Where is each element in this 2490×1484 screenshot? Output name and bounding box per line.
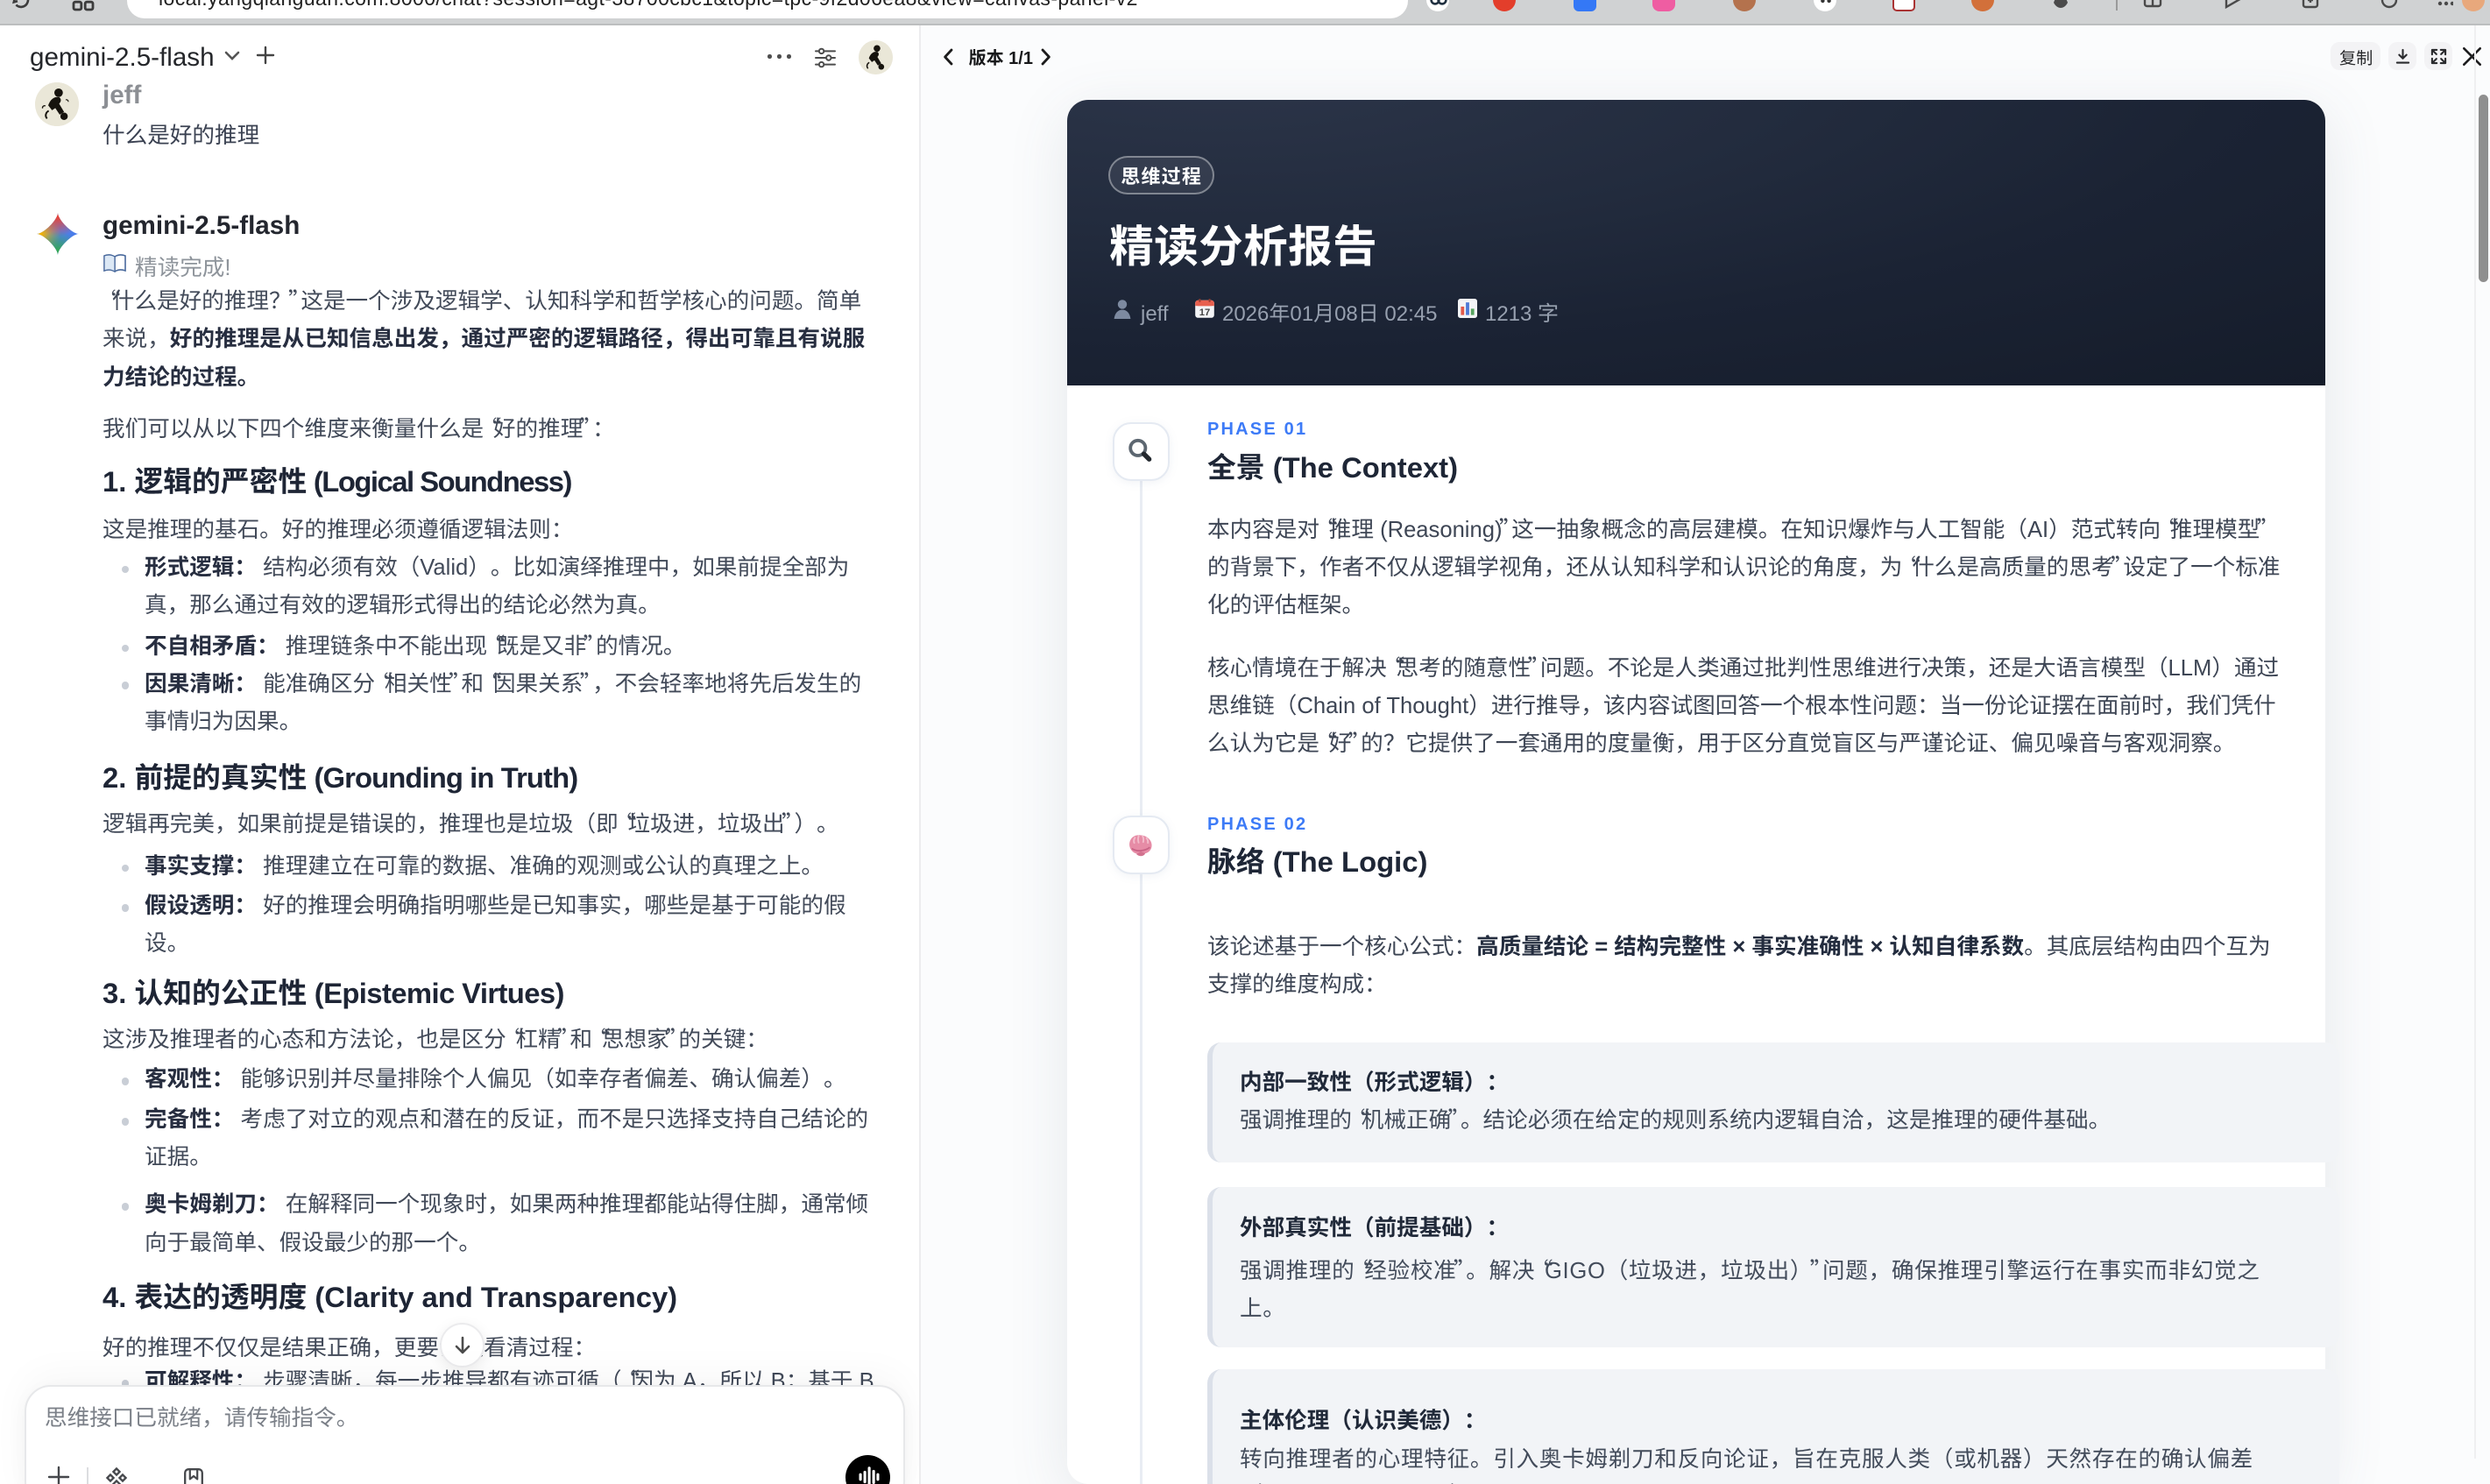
svg-text:17: 17: [1199, 307, 1210, 318]
